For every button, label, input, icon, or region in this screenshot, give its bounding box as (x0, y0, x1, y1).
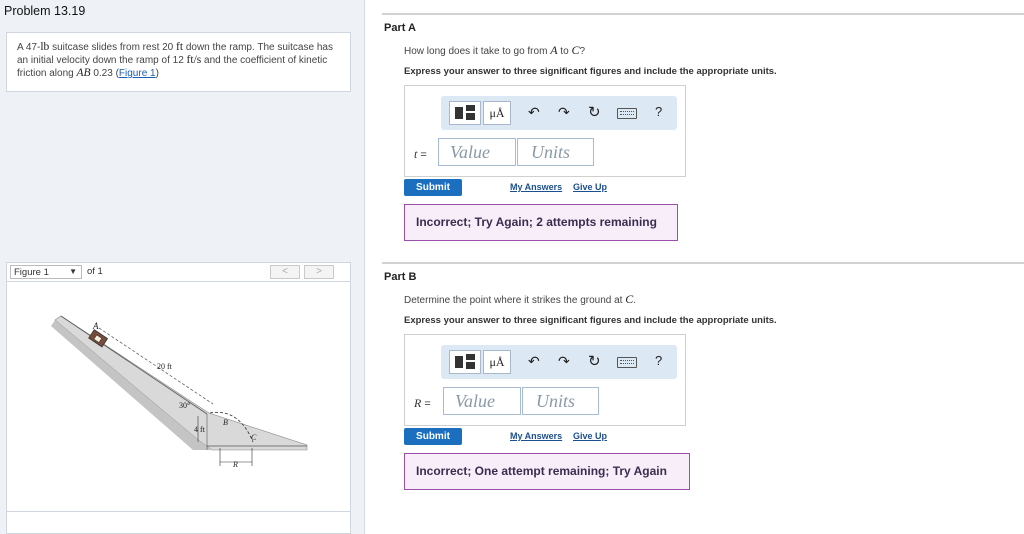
part-a-give-up-link[interactable]: Give Up (573, 182, 607, 192)
figure-pager: < > (270, 265, 336, 279)
unit-ft: ft (176, 41, 184, 53)
part-a-my-answers-link[interactable]: My Answers (510, 182, 562, 192)
part-b-variable: R = (414, 396, 431, 410)
problem-title: Problem 13.19 (4, 4, 86, 18)
template-icon[interactable] (449, 350, 481, 374)
part-b-units-input[interactable]: Units (522, 387, 599, 415)
units-button[interactable]: μÅ (483, 350, 511, 374)
figure-count: of 1 (87, 266, 103, 277)
part-a-variable: t = (414, 147, 427, 161)
keyboard-icon[interactable] (617, 357, 637, 368)
template-icon[interactable] (449, 101, 481, 125)
reset-icon[interactable]: ↻ (588, 352, 601, 370)
ramp-edge (60, 315, 208, 415)
part-b-title: Part B (384, 271, 417, 283)
figure-footer (6, 512, 351, 534)
help-icon[interactable]: ? (655, 104, 662, 119)
part-b-divider (382, 262, 1024, 264)
problem-statement: A 47-lb suitcase slides from rest 20 ft … (6, 32, 351, 92)
part-a-question: How long does it take to go from A to C? (404, 43, 586, 57)
part-a-instruction: Express your answer to three significant… (404, 66, 777, 77)
part-a-value-input[interactable]: Value (438, 138, 516, 166)
next-figure-button[interactable]: > (304, 265, 334, 279)
part-b-math-toolbar: μÅ ↶ ↷ ↻ ? (441, 345, 677, 379)
redo-icon[interactable]: ↷ (558, 353, 570, 370)
part-a-feedback: Incorrect; Try Again; 2 attempts remaini… (404, 204, 678, 241)
figure-area: A 20 ft 30° B 4 ft C R (6, 282, 351, 512)
part-b-give-up-link[interactable]: Give Up (573, 431, 607, 441)
part-b-answer-box: μÅ ↶ ↷ ↻ ? R = Value Units (404, 334, 686, 426)
label-c: C (251, 433, 257, 442)
units-button[interactable]: μÅ (483, 101, 511, 125)
dropdown-caret-icon: ▼ (69, 267, 77, 276)
keyboard-icon[interactable] (617, 108, 637, 119)
part-a-divider (382, 13, 1024, 15)
unit-lb: lb (40, 41, 50, 53)
figure-toolbar: Figure 1 ▼ of 1 < > (6, 262, 351, 282)
part-b-question: Determine the point where it strikes the… (404, 292, 637, 306)
part-b-submit-button[interactable]: Submit (404, 428, 462, 445)
part-a-submit-button[interactable]: Submit (404, 179, 462, 196)
problem-panel: Problem 13.19 A 47-lb suitcase slides fr… (0, 0, 365, 534)
segment-ab: AB (76, 67, 91, 79)
part-b-my-answers-link[interactable]: My Answers (510, 431, 562, 441)
label-r: R (232, 460, 238, 469)
ramp-diagram: A 20 ft 30° B 4 ft C R (51, 315, 308, 469)
help-icon[interactable]: ? (655, 353, 662, 368)
part-b-feedback: Incorrect; One attempt remaining; Try Ag… (404, 453, 690, 490)
figure-link[interactable]: Figure 1 (119, 68, 156, 79)
unit-fts: ft/s (186, 54, 202, 66)
part-a-answer-box: μÅ ↶ ↷ ↻ ? t = Value Units (404, 85, 686, 177)
figure-select[interactable]: Figure 1 ▼ (10, 265, 82, 279)
prev-figure-button[interactable]: < (270, 265, 300, 279)
part-a-title: Part A (384, 22, 416, 34)
label-b: B (223, 418, 228, 427)
undo-icon[interactable]: ↶ (528, 104, 540, 121)
reset-icon[interactable]: ↻ (588, 103, 601, 121)
label-angle: 30° (179, 401, 190, 410)
part-a-units-input[interactable]: Units (517, 138, 594, 166)
part-b-instruction: Express your answer to three significant… (404, 315, 777, 326)
part-b-value-input[interactable]: Value (443, 387, 521, 415)
redo-icon[interactable]: ↷ (558, 104, 570, 121)
label-a: A (92, 321, 99, 331)
undo-icon[interactable]: ↶ (528, 353, 540, 370)
part-a-math-toolbar: μÅ ↶ ↷ ↻ ? (441, 96, 677, 130)
label-4ft: 4 ft (194, 425, 206, 434)
label-20ft: 20 ft (157, 362, 173, 371)
